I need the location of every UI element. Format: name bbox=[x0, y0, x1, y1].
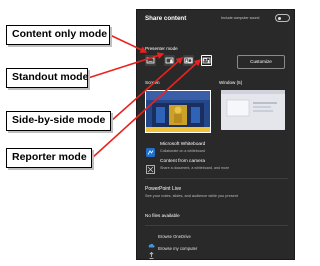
content-only-arrow bbox=[109, 34, 148, 53]
standout-mode-callout: Standout mode bbox=[6, 68, 88, 88]
reporter-mode-callout: Reporter mode bbox=[6, 148, 92, 168]
content-only-mode-callout: Content only mode bbox=[6, 25, 110, 45]
reporter-arrow bbox=[91, 58, 202, 159]
standout-arrow bbox=[87, 52, 165, 79]
side-by-side-mode-callout: Side-by-side mode bbox=[6, 111, 111, 131]
